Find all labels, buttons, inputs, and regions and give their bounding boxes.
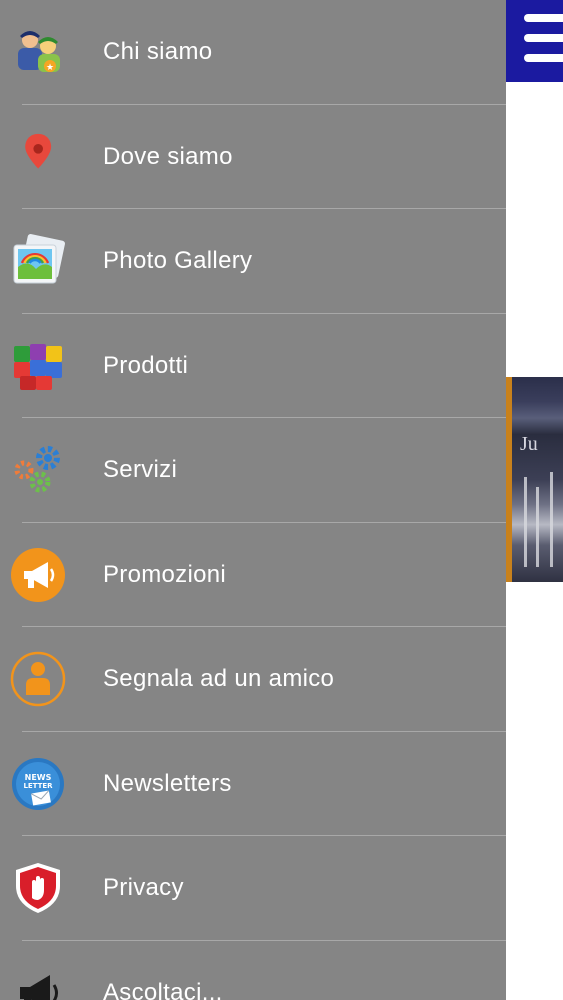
svg-text:NEWS: NEWS xyxy=(25,773,52,782)
menu-item-prodotti[interactable]: Prodotti xyxy=(0,314,506,419)
map-pin-icon xyxy=(10,129,66,185)
menu-label: Ascoltaci... xyxy=(103,978,223,1000)
menu-label: Prodotti xyxy=(103,351,189,379)
menu-label: Newsletters xyxy=(103,769,232,797)
photo-sign-text: Ju xyxy=(520,433,538,455)
menu-item-newsletters[interactable]: NEWS LETTER Newsletters xyxy=(0,732,506,837)
app-screen: Ju ★ Chi siamo Dove siamo Photo Gallery … xyxy=(0,0,563,1000)
cubes-icon xyxy=(10,338,66,394)
menu-item-ascoltaci[interactable]: Ascoltaci... xyxy=(0,941,506,1000)
shield-hand-icon xyxy=(10,860,66,916)
hamburger-menu-icon[interactable] xyxy=(524,14,563,62)
gears-icon xyxy=(10,442,66,498)
store-photo: Ju xyxy=(506,377,563,582)
svg-text:★: ★ xyxy=(46,63,54,73)
menu-item-chi-siamo[interactable]: ★ Chi siamo xyxy=(0,0,506,105)
header-bar xyxy=(506,0,563,82)
megaphone-icon xyxy=(10,965,66,1000)
photo-gallery-icon xyxy=(10,233,66,289)
person-circle-icon xyxy=(10,651,66,707)
side-drawer: ★ Chi siamo Dove siamo Photo Gallery Pro… xyxy=(0,0,506,1000)
menu-label: Dove siamo xyxy=(103,142,233,170)
menu-item-photo-gallery[interactable]: Photo Gallery xyxy=(0,209,506,314)
menu-item-segnala[interactable]: Segnala ad un amico xyxy=(0,627,506,732)
newsletter-icon: NEWS LETTER xyxy=(10,756,66,812)
menu-item-servizi[interactable]: Servizi xyxy=(0,418,506,523)
menu-label: Promozioni xyxy=(103,560,227,588)
svg-text:LETTER: LETTER xyxy=(23,782,53,790)
menu-label: Photo Gallery xyxy=(103,247,253,275)
people-icon: ★ xyxy=(10,24,66,80)
menu-label: Privacy xyxy=(103,874,184,902)
menu-item-privacy[interactable]: Privacy xyxy=(0,836,506,941)
menu-item-dove-siamo[interactable]: Dove siamo xyxy=(0,105,506,210)
menu-item-promozioni[interactable]: Promozioni xyxy=(0,523,506,628)
menu-label: Segnala ad un amico xyxy=(103,665,335,693)
menu-label: Chi siamo xyxy=(103,38,213,66)
menu-label: Servizi xyxy=(103,456,178,484)
megaphone-circle-icon xyxy=(10,547,66,603)
